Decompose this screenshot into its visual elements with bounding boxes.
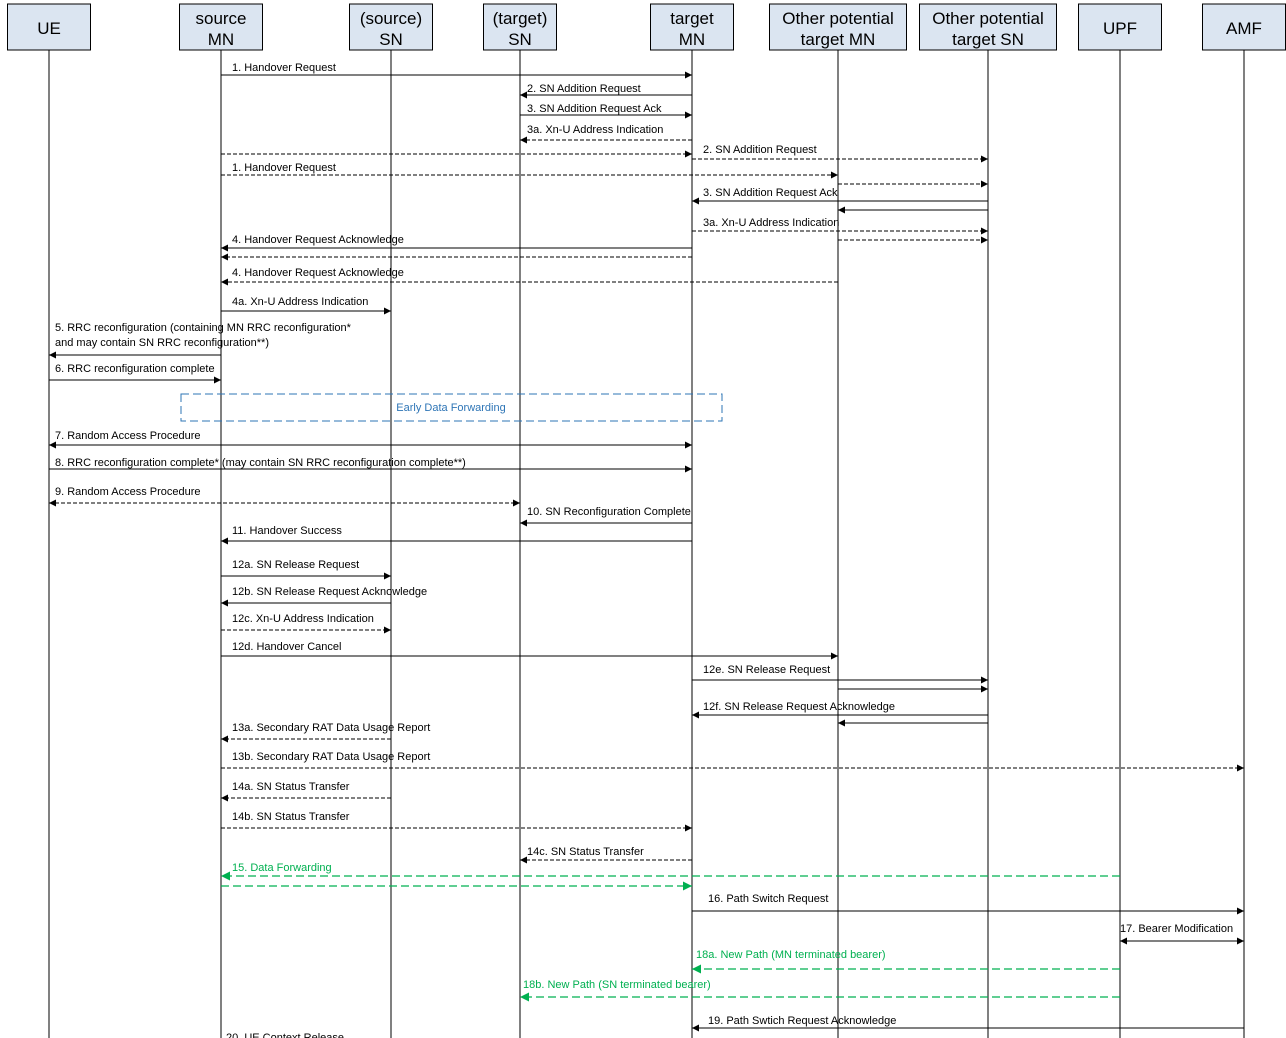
- msg-16: 5. RRC reconfiguration (containing MN RR…: [49, 322, 352, 359]
- message-label: 4. Handover Request Acknowledge: [232, 267, 404, 279]
- group-label: Early Data Forwarding: [396, 402, 505, 414]
- message-label: 9. Random Access Procedure: [55, 486, 201, 498]
- lifeline-label: Other potential: [932, 9, 1044, 28]
- message-label: 12f. SN Release Request Acknowledge: [703, 701, 895, 713]
- message-label: 1. Handover Request: [232, 62, 336, 74]
- lifeline-amf: AMF: [1202, 3, 1286, 1038]
- message-label: 12b. SN Release Request Acknowledge: [232, 586, 427, 598]
- message-label: 14a. SN Status Transfer: [232, 781, 350, 793]
- sequence-diagram: UE source MN (source) SN (target) SN target MN Ot…: [7, 3, 1286, 1038]
- lifeline-label: source: [195, 9, 246, 28]
- msg-19: 8. RRC reconfiguration complete* (may co…: [49, 457, 692, 473]
- lifeline-target-sn: (target) SN: [483, 3, 557, 1038]
- message-label: 3. SN Addition Request Ack: [703, 187, 838, 199]
- message-label: 14c. SN Status Transfer: [527, 846, 644, 858]
- lifeline-label: (source): [360, 9, 422, 28]
- msg-0: 1. Handover Request: [221, 62, 692, 79]
- message-label: 12e. SN Release Request: [703, 664, 830, 676]
- message-label: 7. Random Access Procedure: [55, 430, 201, 442]
- message-label-line2: and may contain SN RRC reconfiguration**…: [55, 337, 269, 349]
- group-early-data-forwarding: Early Data Forwarding: [180, 393, 723, 422]
- msg-27: 12e. SN Release Request: [692, 664, 988, 684]
- message-label: 3a. Xn-U Address Indication: [703, 217, 839, 229]
- lifeline-upf: UPF: [1078, 3, 1162, 1038]
- msg-2: 3. SN Addition Request Ack: [520, 103, 692, 119]
- msg-39: 17. Bearer Modification: [1120, 923, 1244, 945]
- lifeline-label: AMF: [1226, 19, 1262, 38]
- msg-42: 19. Path Swtich Request Acknowledge: [692, 1015, 1244, 1032]
- msg-10: 3a. Xn-U Address Indication: [692, 217, 988, 235]
- message-label: 1. Handover Request: [232, 162, 336, 174]
- msg-25: 12c. Xn-U Address Indication: [221, 613, 391, 634]
- msg-24: 12b. SN Release Request Acknowledge: [221, 586, 427, 607]
- msg-18: 7. Random Access Procedure: [49, 430, 692, 449]
- msg-1: 2. SN Addition Request: [520, 83, 692, 99]
- message-label: 12c. Xn-U Address Indication: [232, 613, 374, 625]
- lifeline-label: MN: [208, 30, 234, 49]
- msg-8: 3. SN Addition Request Ack: [692, 187, 988, 205]
- message-label: 4. Handover Request Acknowledge: [232, 234, 404, 246]
- message-label: 17. Bearer Modification: [1120, 923, 1233, 935]
- message-label: 18a. New Path (MN terminated bearer): [696, 949, 886, 961]
- message-label: 18b. New Path (SN terminated bearer): [523, 979, 711, 991]
- message-label: 13a. Secondary RAT Data Usage Report: [232, 722, 430, 734]
- msg-26: 12d. Handover Cancel: [221, 641, 838, 660]
- msg-38: 16. Path Switch Request: [692, 893, 1244, 915]
- msg-41: 18b. New Path (SN terminated bearer): [520, 979, 1120, 1002]
- msg-32: 13b. Secondary RAT Data Usage Report: [221, 751, 1244, 772]
- msg-6: 1. Handover Request: [221, 162, 838, 179]
- lifeline-label: UE: [37, 19, 61, 38]
- msg-34: 14b. SN Status Transfer: [221, 811, 692, 832]
- lifeline-label: SN: [379, 30, 403, 49]
- message-label: 2. SN Addition Request: [703, 144, 817, 156]
- message-label: 10. SN Reconfiguration Complete: [527, 506, 691, 518]
- msg-20: 9. Random Access Procedure: [49, 486, 520, 507]
- msg-5: 2. SN Addition Request: [692, 144, 988, 163]
- msg-33: 14a. SN Status Transfer: [221, 781, 391, 802]
- message-label: 6. RRC reconfiguration complete: [55, 363, 215, 375]
- lifeline-label: MN: [679, 30, 705, 49]
- msg-36: 15. Data Forwarding: [221, 862, 1120, 881]
- message-label: 11. Handover Success: [232, 525, 342, 537]
- msg-22: 11. Handover Success: [221, 525, 692, 545]
- msg-15: 4a. Xn-U Address Indication: [221, 296, 391, 315]
- lifeline-label: Other potential: [782, 9, 894, 28]
- lifeline-label: (target): [493, 9, 548, 28]
- message-label: 12d. Handover Cancel: [232, 641, 341, 653]
- msg-40: 18a. New Path (MN terminated bearer): [692, 949, 1120, 974]
- message-label: 3a. Xn-U Address Indication: [527, 124, 663, 136]
- msg-17: 6. RRC reconfiguration complete: [49, 363, 221, 384]
- msg-31: 13a. Secondary RAT Data Usage Report: [221, 722, 430, 743]
- message-label: 14b. SN Status Transfer: [232, 811, 350, 823]
- message-label: 4a. Xn-U Address Indication: [232, 296, 368, 308]
- msg-14: 4. Handover Request Acknowledge: [221, 267, 838, 286]
- msg-3: 3a. Xn-U Address Indication: [520, 124, 692, 144]
- message-label: 3. SN Addition Request Ack: [527, 103, 662, 115]
- lifeline-label: SN: [508, 30, 532, 49]
- message-label: 13b. Secondary RAT Data Usage Report: [232, 751, 430, 763]
- message-label: 15. Data Forwarding: [232, 862, 332, 874]
- message-label: 12a. SN Release Request: [232, 559, 359, 571]
- lifeline-source-mn: source MN: [179, 3, 263, 1038]
- lifeline-ue: UE: [7, 3, 91, 1038]
- lifeline-label: target MN: [801, 30, 876, 49]
- message-label: 20. UE Context Release: [226, 1032, 344, 1038]
- lifeline-label: target SN: [952, 30, 1024, 49]
- msg-43: 20. UE Context Release: [226, 1032, 344, 1038]
- message-label: 2. SN Addition Request: [527, 83, 641, 95]
- msg-23: 12a. SN Release Request: [221, 559, 391, 580]
- lifeline-label: UPF: [1103, 19, 1137, 38]
- message-label: 5. RRC reconfiguration (containing MN RR…: [55, 322, 352, 334]
- message-label: 8. RRC reconfiguration complete* (may co…: [55, 457, 466, 469]
- lifeline-source-sn: (source) SN: [349, 3, 433, 1038]
- msg-12: 4. Handover Request Acknowledge: [221, 234, 692, 252]
- lifeline-label: target: [670, 9, 714, 28]
- msg-35: 14c. SN Status Transfer: [520, 846, 692, 864]
- message-label: 16. Path Switch Request: [708, 893, 828, 905]
- msg-29: 12f. SN Release Request Acknowledge: [692, 701, 988, 719]
- msg-21: 10. SN Reconfiguration Complete: [520, 506, 692, 527]
- message-label: 19. Path Swtich Request Acknowledge: [708, 1015, 896, 1027]
